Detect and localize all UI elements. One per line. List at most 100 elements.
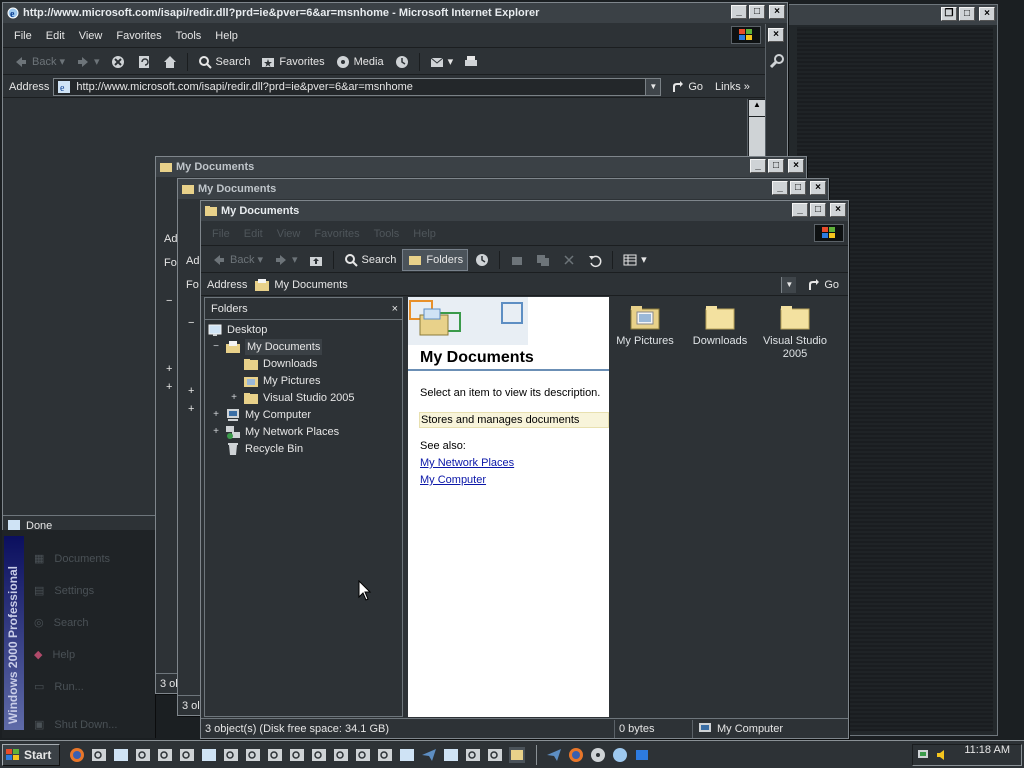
file-item-visual-studio-2005[interactable]: Visual Studio 2005 [757,301,833,361]
media-button[interactable]: Media [331,51,388,73]
close-icon[interactable]: × [830,203,846,217]
menu-file[interactable]: File [205,223,237,245]
file-item-my-pictures[interactable]: My Pictures [607,301,683,348]
maximize-icon[interactable]: □ [749,5,765,19]
restore-icon[interactable]: ❐ [941,7,957,21]
menu-favorites[interactable]: Favorites [109,25,168,47]
maximize-icon[interactable]: □ [790,181,806,195]
expand-toggle[interactable]: + [229,390,239,406]
folders-button[interactable]: Folders [402,248,469,271]
explorer-task-icon[interactable] [464,746,482,764]
maximize-icon[interactable]: □ [768,159,784,173]
minimize-icon[interactable]: _ [750,159,766,173]
close-icon[interactable]: × [788,159,804,173]
history-button[interactable] [390,51,414,73]
ie-task-icon[interactable] [112,746,130,764]
volume-tray-icon[interactable] [935,747,951,763]
explorer-task-icon[interactable] [486,746,504,764]
link-my-computer[interactable]: My Computer [420,474,486,486]
expand-toggle[interactable]: + [211,407,221,423]
forward-button[interactable]: ▾ [71,51,104,73]
search-button[interactable]: Search [193,51,255,73]
address-input[interactable]: My Documents ▼ [251,275,798,294]
stop-button[interactable] [106,51,130,73]
explorer-task-icon[interactable] [90,746,108,764]
menu-view[interactable]: View [270,223,308,245]
refresh-button[interactable] [132,51,156,73]
favorites-button[interactable]: Favorites [256,51,328,73]
tree-item-my-computer[interactable]: + My Computer [211,407,311,423]
scroll-up-button[interactable]: ▲ [749,100,765,116]
menu-tools[interactable]: Tools [169,25,209,47]
scroll-thumb[interactable] [749,117,765,157]
tree-item-recycle-bin[interactable]: Recycle Bin [225,441,303,457]
start-button[interactable]: Start [2,743,60,766]
menu-favorites[interactable]: Favorites [307,223,366,245]
tree-item-visual-studio-2005[interactable]: + Visual Studio 2005 [229,390,355,406]
home-button[interactable] [158,51,182,73]
explorer-task-icon[interactable] [134,746,152,764]
media-player-icon[interactable] [589,746,607,764]
mail-button[interactable]: ▾ [425,51,458,73]
menu-tools[interactable]: Tools [367,223,407,245]
explorer-task-icon-active[interactable] [508,746,526,764]
ie-task-icon[interactable] [398,746,416,764]
link-my-network-places[interactable]: My Network Places [420,457,514,469]
ie-task-icon[interactable] [442,746,460,764]
chevron-down-icon[interactable]: ▼ [781,276,797,293]
ie-task-icon[interactable] [200,746,218,764]
clock[interactable]: 11:18 AM [964,744,1010,756]
go-button[interactable]: Go [665,76,707,98]
explorer-task-icon[interactable] [376,746,394,764]
tree-item-my-network-places[interactable]: + My Network Places [211,424,339,440]
close-icon[interactable]: × [768,28,784,42]
search-button[interactable]: Search [339,249,401,271]
collapse-toggle[interactable]: − [211,339,221,355]
minimize-icon[interactable]: _ [772,181,788,195]
menu-view[interactable]: View [72,25,110,47]
start-menu-item-run[interactable]: ▭ Run... [34,680,84,694]
tree-item-desktop[interactable]: Desktop [207,322,267,338]
firefox-icon[interactable] [567,746,585,764]
up-folder-button[interactable] [304,249,328,271]
network-tray-icon[interactable] [917,747,933,763]
explorer-task-icon[interactable] [288,746,306,764]
outlook-icon[interactable] [633,746,651,764]
print-button[interactable] [459,51,483,73]
explorer-task-icon[interactable] [244,746,262,764]
close-icon[interactable]: × [769,5,785,19]
expand-toggle[interactable]: + [211,424,221,440]
ie-icon[interactable] [611,746,629,764]
send-icon[interactable] [545,746,563,764]
search-icon[interactable] [768,52,786,70]
explorer-task-icon[interactable] [178,746,196,764]
tree-item-downloads[interactable]: Downloads [243,356,317,372]
go-button[interactable]: Go [801,274,843,296]
explorer-task-icon[interactable] [310,746,328,764]
views-button[interactable]: ▾ [618,249,651,271]
start-menu-item-shutdown[interactable]: ▣ Shut Down... [34,718,117,732]
menu-edit[interactable]: Edit [237,223,270,245]
explorer-task-icon[interactable] [332,746,350,764]
firefox-icon[interactable] [68,746,86,764]
file-item-downloads[interactable]: Downloads [682,301,758,348]
links-button[interactable]: Links » [711,76,754,98]
history-button[interactable] [470,249,494,271]
send-icon[interactable] [420,746,438,764]
close-icon[interactable]: × [392,298,398,320]
explorer-task-icon[interactable] [354,746,372,764]
tree-item-my-pictures[interactable]: My Pictures [243,373,320,389]
start-menu-item-documents[interactable]: ▦ Documents [34,552,110,566]
chevron-down-icon[interactable]: ▼ [645,78,661,95]
copy-to-button[interactable] [531,249,555,271]
close-icon[interactable]: × [979,7,995,21]
start-menu-item-help[interactable]: ◆ Help [34,648,75,662]
start-menu-item-search[interactable]: ◎ Search [34,616,88,630]
menu-edit[interactable]: Edit [39,25,72,47]
start-menu-item-settings[interactable]: ▤ Settings [34,584,94,598]
minimize-icon[interactable]: _ [731,5,747,19]
explorer-task-icon[interactable] [266,746,284,764]
tree-item-my-documents[interactable]: − My Documents [211,339,323,355]
delete-button[interactable] [557,249,581,271]
maximize-icon[interactable]: □ [959,7,975,21]
